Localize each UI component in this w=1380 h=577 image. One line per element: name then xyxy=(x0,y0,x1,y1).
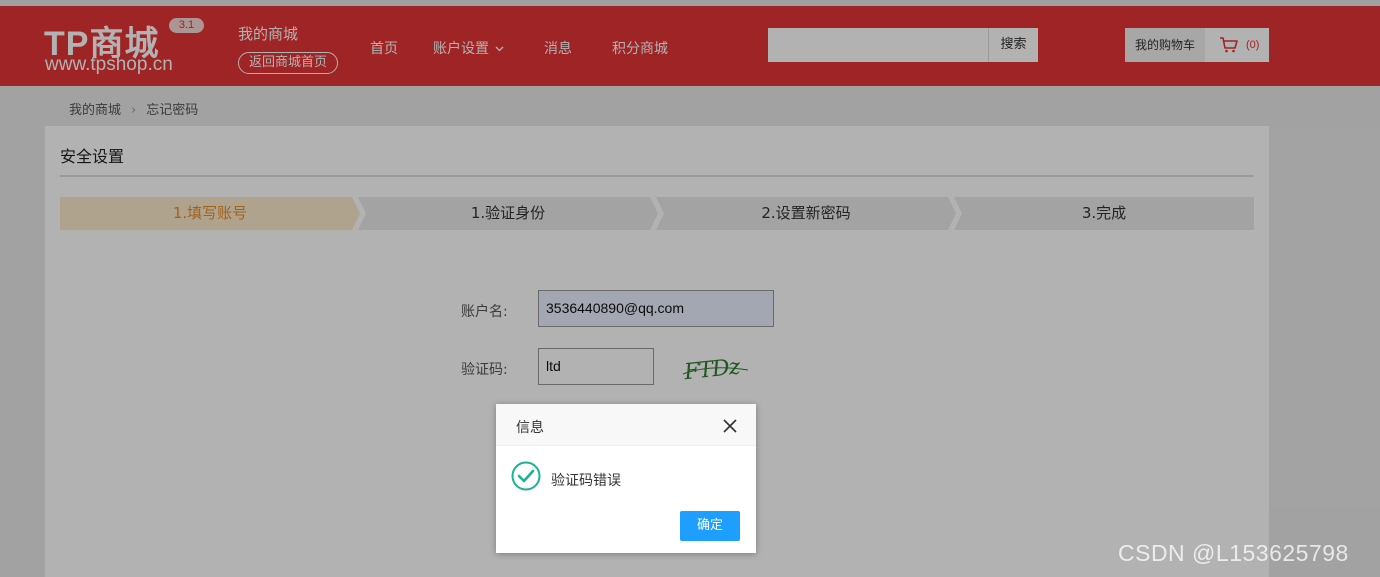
info-dialog: 信息 验证码错误 确定 xyxy=(496,404,756,553)
dialog-message: 验证码错误 xyxy=(551,473,621,489)
dialog-title: 信息 xyxy=(516,420,544,436)
ok-button[interactable]: 确定 xyxy=(680,511,740,541)
check-circle-icon xyxy=(511,461,541,491)
watermark-text: CSDN @L153625798 xyxy=(1118,540,1349,566)
dialog-header: 信息 xyxy=(496,404,756,446)
close-icon[interactable] xyxy=(722,418,738,434)
